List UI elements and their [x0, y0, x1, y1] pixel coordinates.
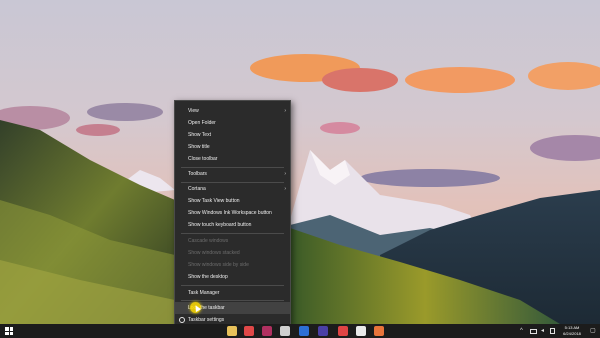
menu-item-label: Show windows stacked [188, 250, 240, 256]
windows-logo-icon [5, 327, 9, 331]
menu-item-label: Show Windows Ink Workspace button [188, 210, 272, 216]
clock-date: 6/24/2018 [563, 331, 581, 336]
mail-icon[interactable] [244, 326, 254, 336]
menu-item-toolbars[interactable]: Toolbars › [175, 168, 290, 180]
menu-item-task-manager[interactable]: Task Manager [175, 287, 290, 299]
wallpaper-image [0, 0, 600, 338]
menu-item-show-windows-stacked: Show windows stacked [175, 247, 290, 259]
menu-item-label: Taskbar settings [188, 317, 225, 323]
menu-item-label: Open Folder [188, 120, 216, 126]
start-button[interactable] [5, 327, 13, 335]
photoshop-icon[interactable] [299, 326, 309, 336]
menu-item-label: Show Task View button [188, 198, 240, 204]
chevron-right-icon: › [284, 171, 286, 177]
menu-item-label: Show title [188, 144, 210, 150]
windows-logo-icon [9, 331, 13, 335]
taskbar: ^ ◂ 5:13 AM 6/24/2018 ▢ [0, 324, 600, 338]
windows-logo-icon [9, 327, 13, 331]
menu-item-open-folder[interactable]: Open Folder [175, 117, 290, 129]
file-explorer-icon[interactable] [227, 326, 237, 336]
window-switch-icon[interactable] [280, 326, 290, 336]
chrome-icon[interactable] [338, 326, 348, 336]
menu-item-label: View [188, 108, 199, 114]
menu-item-show-title[interactable]: Show title [175, 141, 290, 153]
menu-item-label: Task Manager [188, 290, 220, 296]
media-app-icon[interactable] [262, 326, 272, 336]
chevron-right-icon: › [284, 108, 286, 114]
menu-item-show-windows-side-by-side: Show windows side by side [175, 259, 290, 271]
menu-item-label: Show the desktop [188, 274, 228, 280]
menu-item-cortana[interactable]: Cortana › [175, 183, 290, 195]
yandex-icon[interactable] [356, 326, 366, 336]
windows-logo-icon [5, 331, 9, 335]
menu-item-show-touch-keyboard-button[interactable]: Show touch keyboard button [175, 219, 290, 231]
menu-item-label: Show touch keyboard button [188, 222, 252, 228]
chevron-right-icon: › [284, 186, 286, 192]
menu-item-show-ink-workspace-button[interactable]: Show Windows Ink Workspace button [175, 207, 290, 219]
menu-item-label: Show windows side by side [188, 262, 249, 268]
menu-item-cascade-windows: Cascade windows [175, 235, 290, 247]
menu-item-show-task-view-button[interactable]: Show Task View button [175, 195, 290, 207]
menu-separator [181, 300, 284, 301]
chevron-up-icon[interactable]: ^ [520, 327, 523, 335]
notification-center-icon[interactable]: ▢ [590, 327, 596, 335]
menu-item-show-text[interactable]: Show Text [175, 129, 290, 141]
menu-item-view[interactable]: View › [175, 105, 290, 117]
menu-item-label: Cortana [188, 186, 206, 192]
desktop: View › Open Folder Show Text Show title … [0, 0, 600, 338]
menu-item-label: Close toolbar [188, 156, 218, 162]
menu-item-label: Show Text [188, 132, 211, 138]
menu-item-label: Toolbars [188, 171, 207, 177]
camtasia-icon[interactable] [374, 326, 384, 336]
menu-item-label: Cascade windows [188, 238, 229, 244]
network-icon[interactable] [530, 329, 537, 334]
battery-icon[interactable] [550, 328, 555, 334]
menu-separator [181, 233, 284, 234]
speaker-icon[interactable]: ◂ [541, 327, 544, 335]
menu-separator [181, 285, 284, 286]
gear-icon [179, 317, 185, 323]
menu-item-show-the-desktop[interactable]: Show the desktop [175, 271, 290, 283]
taskbar-context-menu: View › Open Folder Show Text Show title … [174, 100, 291, 326]
clock[interactable]: 5:13 AM 6/24/2018 [558, 325, 586, 337]
menu-item-close-toolbar[interactable]: Close toolbar [175, 153, 290, 165]
premiere-icon[interactable] [318, 326, 328, 336]
